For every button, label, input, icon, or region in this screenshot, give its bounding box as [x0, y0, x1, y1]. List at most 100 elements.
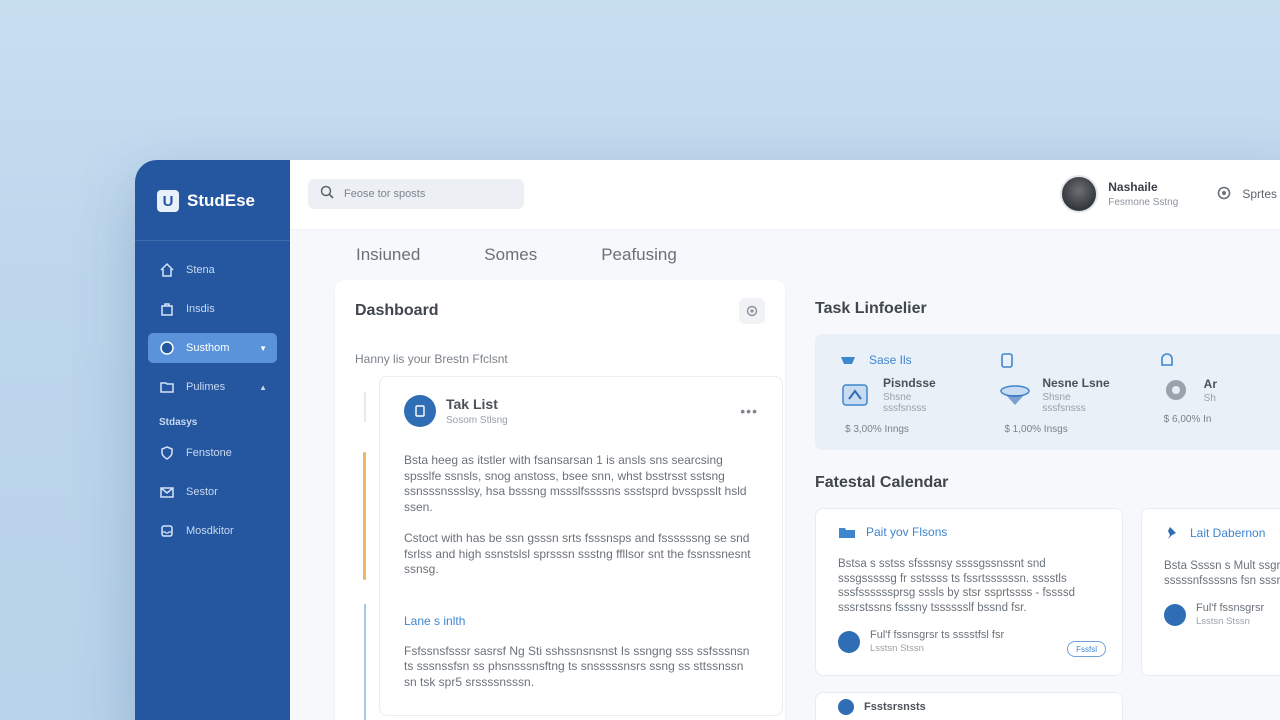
content: Dashboard Hanny lis your Brestn Ffclsnt [290, 280, 1280, 720]
sidebar-item-label: Mosdkitor [186, 525, 234, 537]
stack-icon [998, 381, 1032, 409]
folder-icon [158, 378, 176, 396]
calendar-card-text: Bstsa s sstss sfsssnsy ssssgssnssnt snd … [838, 558, 1076, 614]
task-list-item[interactable]: Nesne Lsne Shsne sssfsnsss $ 1,00% Insgs [998, 350, 1111, 435]
calendar-card-footer-sub: Lsstsn Stssn [870, 643, 924, 654]
task-list-item-name: Nesne Lsne [1042, 376, 1110, 390]
topbar: Nashaile Fesmone Sstng Sprtes [290, 160, 1280, 230]
gear-icon [1216, 185, 1232, 204]
avatar [838, 630, 860, 653]
tray-icon [158, 522, 176, 540]
task-list-item-meta: $ 6,00% In [1163, 414, 1212, 425]
dashboard-subtitle: Hanny lis your Brestn Ffclsnt [355, 352, 508, 366]
calendar-card-footer-sub: Lsstsn Stssn [1196, 616, 1250, 627]
more-options-icon[interactable]: ••• [740, 403, 758, 419]
task-card-title: Tak List [446, 396, 498, 412]
chevron-up-icon: ▲ [259, 382, 267, 392]
user-subtitle: Fesmone Sstng [1108, 197, 1179, 209]
dashboard-title: Dashboard [355, 302, 439, 319]
inbox-icon [841, 357, 855, 364]
calendar-card-next[interactable]: Fsstsrsnsts [815, 692, 1123, 720]
sidebar-item-label: Stena [186, 264, 215, 276]
chevron-down-icon: ▼ [259, 343, 267, 353]
task-card-link[interactable]: Lane s inlth [404, 614, 758, 628]
tab-peafusing[interactable]: Peafusing [601, 245, 677, 265]
task-card-subtitle: Sosom Stlsng [446, 415, 508, 426]
main-area: Nashaile Fesmone Sstng Sprtes Insiuned S… [290, 160, 1280, 720]
avatar [1164, 603, 1186, 626]
search-icon [320, 185, 334, 204]
task-list-item-meta: $ 1,00% Insgs [1004, 424, 1068, 435]
sidebar-item-label: Sestor [186, 486, 218, 498]
task-list-item-desc: Shsne sssfsnsss [1042, 392, 1086, 414]
user-name: Nashaile [1108, 180, 1158, 195]
gear-cluster-icon [1158, 376, 1194, 404]
document-icon [839, 381, 873, 409]
calendar-card[interactable]: Lait Dabernon Bsta Ssssn s Mult ssgr ssss… [1141, 508, 1280, 676]
sidebar-item-pulimes[interactable]: Pulimes ▲ [148, 372, 277, 402]
mail-icon [158, 483, 176, 501]
task-list-item[interactable]: Ar Sh $ 6,00% In [1158, 350, 1271, 434]
sidebar-nav: Stena Insdis Susthom ▼ Pulimes ▲ [135, 255, 290, 402]
task-card-paragraph: Cstoct with has be ssn gsssn srts fsssns… [404, 531, 751, 576]
brand-name: StudEse [187, 191, 256, 210]
task-card-paragraph: Fsfssnsfsssr sasrsf Ng Sti sshssnsnsnst … [404, 643, 750, 689]
app-window: U StudEse Stena Insdis Susthom ▼ Pulimes… [135, 160, 1280, 720]
calendar-card-link[interactable]: Lait Dabernon [1190, 526, 1265, 540]
sidebar-item-insdis[interactable]: Insdis [148, 294, 277, 324]
sidebar-item-susthom[interactable]: Susthom ▼ [148, 333, 277, 363]
sidebar-divider [135, 240, 290, 241]
task-list-item[interactable]: Sase Ils Pisndsse Shsne sssfsnsss $ 3,00 [839, 350, 952, 435]
dashboard-settings-button[interactable] [739, 298, 765, 324]
calendar-card-text: Bsta Ssssn s Mult ssgrssssfsly ssss fss … [1164, 560, 1280, 587]
bell-icon [1160, 353, 1173, 366]
timeline-rail-secondary [364, 604, 366, 720]
status-badge: Fssfsl [1067, 641, 1106, 657]
sidebar-item-mosdkitor[interactable]: Mosdkitor [148, 516, 277, 546]
calendar-card[interactable]: Pait yov Flsons Bstsa s sstss sfsssnsy s… [815, 508, 1123, 676]
calendar-cards: Pait yov Flsons Bstsa s sstss sfsssnsy s… [815, 508, 1280, 676]
task-list-item-desc: Sh [1203, 392, 1216, 404]
folder-icon [839, 528, 855, 538]
tab-insiuned[interactable]: Insiuned [356, 245, 420, 265]
gear-icon [746, 305, 758, 317]
settings-button[interactable]: Sprtes [1216, 185, 1277, 204]
dashboard-panel: Dashboard Hanny lis your Brestn Ffclsnt [335, 280, 785, 720]
tab-somes[interactable]: Somes [484, 245, 537, 265]
task-list-item-top: Sase Ils [869, 353, 912, 367]
avatar[interactable] [1060, 175, 1099, 214]
sidebar-item-label: Insdis [186, 303, 215, 315]
sidebar-item-label: Pulimes [186, 381, 226, 393]
calendar-card-link[interactable]: Pait yov Flsons [866, 525, 947, 539]
sidebar-item-sestor[interactable]: Sestor [148, 477, 277, 507]
search-input[interactable] [344, 188, 504, 201]
task-list-item-desc: Shsne sssfsnsss [883, 392, 927, 414]
brand[interactable]: U StudEse [135, 188, 290, 214]
task-list-panel: Sase Ils Pisndsse Shsne sssfsnsss $ 3,00 [815, 334, 1280, 450]
sidebar-nav-secondary: Fenstone Sestor Mosdkitor [135, 438, 290, 546]
sidebar-item-stena[interactable]: Stena [148, 255, 277, 285]
sidebar-item-fenstone[interactable]: Fenstone [148, 438, 277, 468]
calendar-card-next-title: Fsstsrsnsts [864, 701, 926, 713]
calendar-card-footer: Ful'f fssnsgrsr [1196, 602, 1265, 614]
home-icon [158, 261, 176, 279]
settings-label: Sprtes [1242, 187, 1277, 202]
user-profile[interactable]: Nashaile Fesmone Sstng [1060, 175, 1179, 214]
search-box[interactable] [308, 179, 524, 210]
sidebar: U StudEse Stena Insdis Susthom ▼ Pulimes… [135, 160, 290, 720]
sidebar-item-label: Susthom [186, 342, 230, 354]
pin-icon [1168, 527, 1176, 539]
circle-icon [158, 339, 176, 357]
sidebar-section-label: Stdasys [159, 417, 198, 428]
task-list-icon [404, 395, 436, 427]
brand-logo: U [157, 190, 179, 212]
calendar-card-footer: Ful'f fssnsgrsr ts sssstfsl fsr [870, 629, 1005, 641]
bag-icon [158, 300, 176, 318]
sidebar-item-label: Fenstone [186, 447, 232, 459]
right-column: Task Linfoelier Sase Ils Pisndsse Shsne … [815, 280, 1280, 720]
task-list-item-name: Pisndsse [883, 376, 936, 390]
task-list-item-meta: $ 3,00% Inngs [845, 424, 909, 435]
calendar-title: Fatestal Calendar [815, 474, 949, 491]
calendar-icon [838, 699, 854, 715]
task-list-title: Task Linfoelier [815, 300, 927, 317]
